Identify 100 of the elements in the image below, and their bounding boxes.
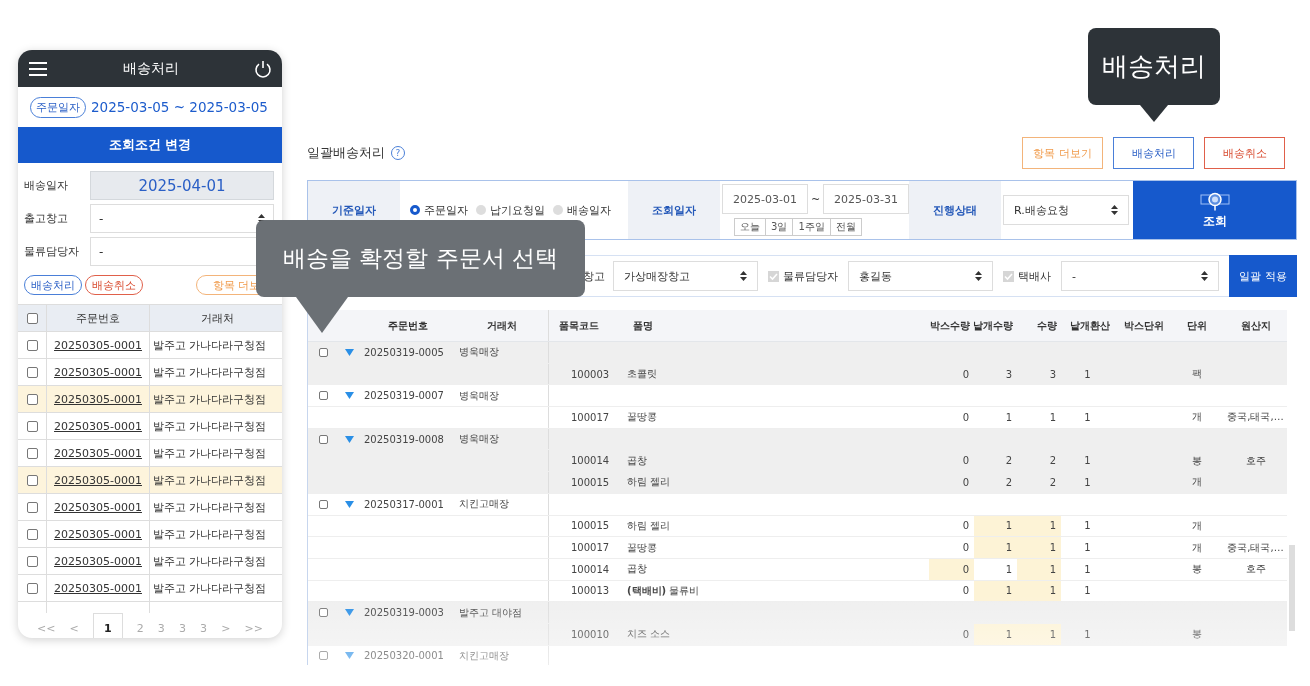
table-cell[interactable]: 1 [1017, 407, 1061, 428]
triangle-down-icon[interactable] [344, 392, 354, 400]
select-field[interactable]: R.배송요청 [1003, 195, 1129, 225]
table-cell-text: 곱창 [626, 562, 648, 577]
order-number-link[interactable]: 20250305-0001 [54, 473, 142, 487]
table-cell[interactable]: 1 [974, 558, 1017, 580]
table-cell[interactable]: 0 [929, 450, 974, 472]
table-cell[interactable]: 0 [929, 580, 974, 602]
table-cell[interactable]: 1 [974, 515, 1017, 537]
change-filter-button[interactable]: 조회조건 변경 [18, 127, 282, 163]
action-button[interactable]: 배송취소 [85, 275, 143, 295]
date-field[interactable]: 2025-03-01 [722, 184, 808, 214]
table-cell[interactable]: 0 [929, 472, 974, 493]
table-row[interactable]: 20250305-0001 발주고 가나다라구청점 [18, 521, 282, 548]
table-cell-text: 20250319-0005 [363, 345, 445, 360]
table-cell[interactable]: 1 [1017, 537, 1061, 558]
order-number-link[interactable]: 20250305-0001 [54, 554, 142, 568]
triangle-down-icon[interactable] [344, 609, 354, 617]
table-cell[interactable]: 3 [974, 363, 1017, 385]
table-cell[interactable]: 3 [1017, 363, 1061, 385]
select-field[interactable]: 홍길동 [848, 261, 993, 291]
table-row[interactable]: 20250305-0001 발주고 가나다라구청점 [18, 467, 282, 494]
quick-range-button[interactable]: 오늘 [734, 218, 766, 236]
checkbox[interactable] [26, 339, 38, 351]
radio-option[interactable]: 납기요청일 [476, 202, 545, 218]
table-cell[interactable]: 0 [929, 558, 974, 580]
table-cell[interactable]: 2 [974, 472, 1017, 493]
table-cell[interactable]: 1 [974, 537, 1017, 558]
order-number-link[interactable]: 20250305-0001 [54, 338, 142, 352]
select-field[interactable]: 가상매장창고 [613, 261, 758, 291]
quick-range-button[interactable]: 1주일 [792, 218, 831, 236]
table-cell[interactable]: 1 [1017, 580, 1061, 602]
power-icon[interactable] [254, 59, 272, 78]
checkbox[interactable] [26, 501, 38, 513]
date-field[interactable]: 2025-03-31 [823, 184, 909, 214]
triangle-down-icon[interactable] [344, 500, 354, 508]
table-cell: 100014 [548, 558, 623, 580]
table-cell[interactable]: 2 [974, 450, 1017, 472]
date-field[interactable]: 2025-04-01 [90, 171, 274, 200]
order-number-link[interactable]: 20250305-0001 [54, 392, 142, 406]
checkbox[interactable] [318, 391, 328, 401]
table-cell[interactable]: 0 [929, 623, 974, 645]
select-field[interactable]: - [90, 204, 274, 233]
select-field[interactable]: - [1061, 261, 1219, 291]
table-cell[interactable]: 1 [974, 623, 1017, 645]
order-number-link[interactable]: 20250305-0001 [54, 500, 142, 514]
table-cell: 개 [1191, 410, 1202, 425]
table-cell: 100017 [548, 407, 623, 428]
checkbox[interactable] [26, 447, 38, 459]
triangle-down-icon[interactable] [344, 348, 354, 356]
table-cell[interactable]: 0 [929, 407, 974, 428]
action-button[interactable]: 배송처리 [1113, 137, 1194, 169]
order-number-link[interactable]: 20250305-0001 [54, 527, 142, 541]
table-cell: 100015 [548, 472, 623, 493]
apply-button[interactable]: 일괄 적용 [1229, 255, 1297, 297]
table-cell[interactable]: 1 [1017, 623, 1061, 645]
checkbox[interactable] [318, 651, 328, 661]
action-button[interactable]: 배송취소 [1204, 137, 1285, 169]
checkbox[interactable] [26, 366, 38, 378]
table-cell[interactable]: 1 [1017, 515, 1061, 537]
order-number-link[interactable]: 20250305-0001 [54, 446, 142, 460]
checkbox[interactable] [26, 420, 38, 432]
triangle-down-icon[interactable] [344, 435, 354, 443]
quick-range-button[interactable]: 전월 [829, 218, 862, 236]
quick-range-button[interactable]: 3일 [765, 218, 794, 236]
table-cell[interactable]: 1 [974, 407, 1017, 428]
radio-option[interactable]: 배송일자 [553, 202, 611, 218]
table-cell[interactable]: 0 [929, 363, 974, 385]
table-cell[interactable]: 0 [929, 537, 974, 558]
table-cell: 100003 [548, 363, 623, 385]
order-number-link[interactable]: 20250305-0001 [54, 581, 142, 595]
scrollbar-thumb[interactable] [1289, 545, 1295, 631]
page-link[interactable]: 1 [92, 613, 123, 638]
checkbox[interactable] [26, 312, 38, 324]
checkbox[interactable] [318, 608, 328, 618]
table-row[interactable]: 20250305-0001 발주고 가나다라구청점 [18, 575, 282, 602]
table-row[interactable]: 20250305-0001 발주고 가나다라구청점 [18, 332, 282, 359]
checkbox[interactable] [26, 528, 38, 540]
radio-option[interactable]: 주문일자 [410, 202, 468, 218]
table-row[interactable]: 20250305-0001 발주고 가나다라구청점 [18, 494, 282, 521]
action-button[interactable]: 배송처리 [24, 275, 82, 295]
checkbox[interactable] [318, 434, 328, 444]
table-row[interactable]: 20250305-0001 발주고 가나다라구청점 [18, 548, 282, 575]
checkbox[interactable] [26, 474, 38, 486]
table-cell[interactable]: 0 [929, 515, 974, 537]
table-cell[interactable]: 2 [1017, 472, 1061, 493]
menu-icon[interactable] [28, 60, 48, 77]
table-cell[interactable]: 2 [1017, 450, 1061, 472]
checkbox[interactable] [318, 499, 328, 509]
table-row[interactable]: 20250305-0001 발주고 가나다라구청점 [18, 386, 282, 413]
checkbox[interactable] [26, 555, 38, 567]
order-number-link[interactable]: 20250305-0001 [54, 365, 142, 379]
table-cell[interactable]: 1 [974, 580, 1017, 602]
search-button[interactable]: 조회 [1133, 181, 1296, 239]
table-cell[interactable]: 1 [1017, 558, 1061, 580]
checkbox[interactable] [318, 347, 328, 357]
checkbox[interactable] [26, 582, 38, 594]
order-number-link[interactable]: 20250305-0001 [54, 419, 142, 433]
checkbox[interactable] [26, 393, 38, 405]
table-row[interactable]: 20250305-0001 발주고 가나다라구청점 [18, 413, 282, 440]
